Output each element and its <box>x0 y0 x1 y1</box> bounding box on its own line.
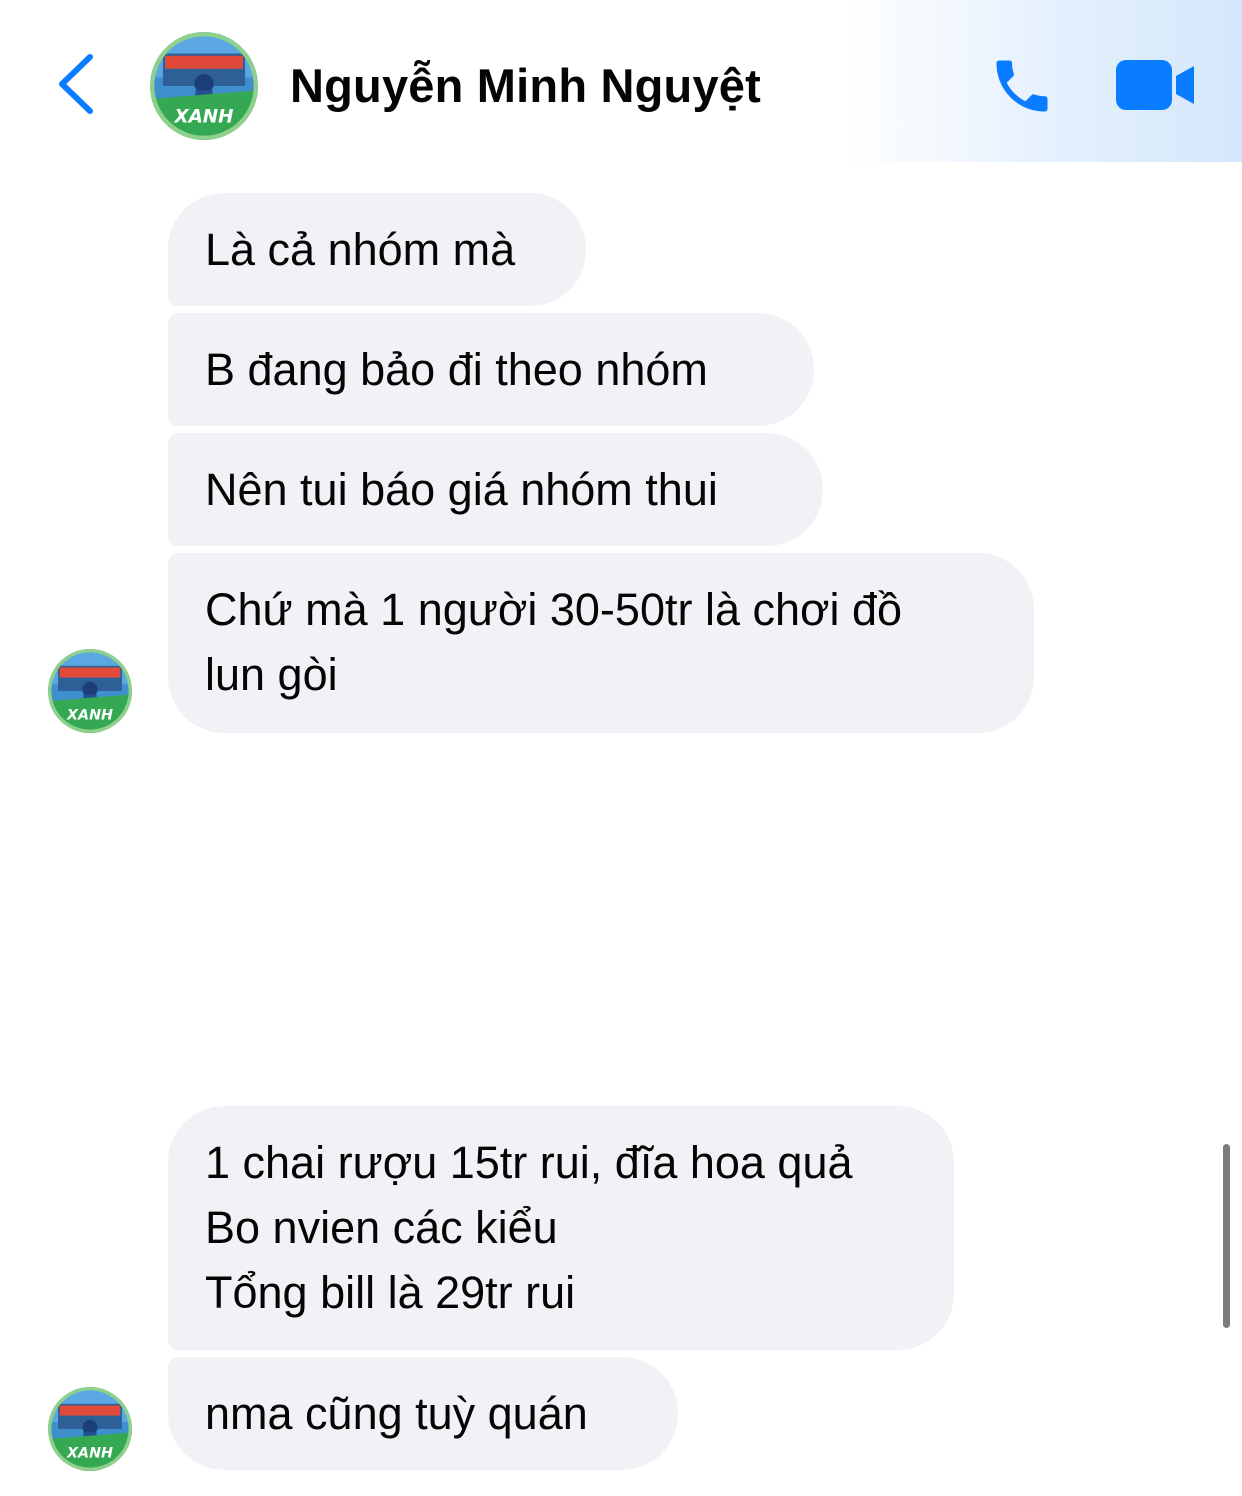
sender-avatar[interactable]: XANH <box>48 649 132 733</box>
message-bubble[interactable]: Là cả nhóm mà <box>168 193 586 306</box>
message-bubble[interactable]: nma cũng tuỳ quán <box>168 1357 678 1470</box>
phone-icon <box>996 60 1048 112</box>
contact-avatar[interactable]: XANH <box>150 32 258 140</box>
scrollbar-thumb[interactable] <box>1223 1144 1230 1328</box>
video-camera-icon <box>1116 60 1194 110</box>
video-call-button[interactable] <box>1114 58 1196 112</box>
avatar-logo-text: XANH <box>66 1446 113 1462</box>
message-bubble[interactable]: B đang bảo đi theo nhóm <box>168 313 814 426</box>
avatar-logo-text: XANH <box>173 107 233 128</box>
audio-call-button[interactable] <box>988 52 1056 120</box>
avatar-logo-text: XANH <box>66 708 113 724</box>
message-bubble[interactable]: 1 chai rượu 15tr rui, đĩa hoa quả Bo nvi… <box>168 1106 954 1350</box>
sender-avatar[interactable]: XANH <box>48 1387 132 1471</box>
chat-screen: XANH Nguyễn Minh Nguyệt Là cả nhóm mà B … <box>0 0 1242 1496</box>
message-bubble[interactable]: Nên tui báo giá nhóm thui <box>168 433 823 546</box>
back-button[interactable] <box>52 52 100 116</box>
contact-name[interactable]: Nguyễn Minh Nguyệt <box>290 58 761 113</box>
chat-header: XANH Nguyễn Minh Nguyệt <box>0 0 1242 162</box>
message-bubble[interactable]: Chứ mà 1 người 30-50tr là chơi đồ lun gò… <box>168 553 1034 733</box>
chevron-left-icon <box>59 54 93 114</box>
